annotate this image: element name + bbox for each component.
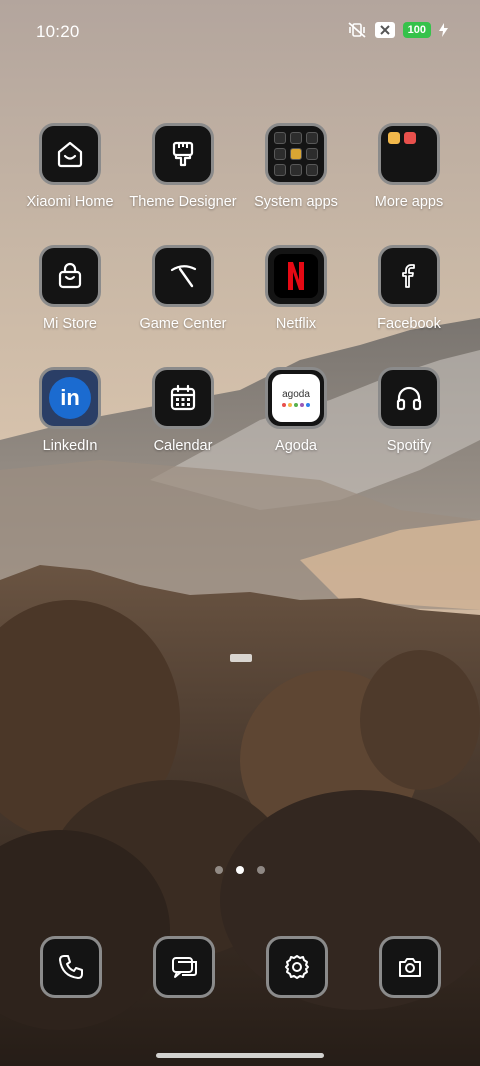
xiaomi-home-icon [39,123,101,185]
phone-icon [59,955,83,979]
app-label: Game Center [139,316,227,332]
vibrate-off-icon [348,22,366,38]
netflix-icon [265,245,327,307]
folder-preview [274,132,318,176]
linkedin-icon: in [39,367,101,429]
app-label: Xiaomi Home [26,194,114,210]
page-dot[interactable] [215,866,223,874]
headphones-icon [378,367,440,429]
dock-phone[interactable] [40,936,102,998]
app-label: Calendar [153,438,213,454]
page-dot[interactable] [257,866,265,874]
agoda-dots [282,402,310,407]
agoda-wordmark: agoda [282,388,310,400]
status-icons: 100 [347,21,448,39]
app-label: System apps [254,194,338,210]
pickaxe-icon [152,245,214,307]
app-label: Agoda [275,438,317,454]
clock: 10:20 [36,22,80,41]
folder-icon [378,123,440,185]
app-label: Netflix [275,316,317,332]
messages-icon [172,957,197,978]
camera-icon [399,958,421,977]
app-linkedin[interactable]: in LinkedIn [14,367,126,454]
app-label: Spotify [386,438,432,454]
app-label: Facebook [377,316,441,332]
status-bar: 10:20 100 [0,0,480,62]
dock-messages[interactable] [153,936,215,998]
app-label: More apps [374,194,444,210]
page-indicator [0,866,480,874]
app-label: Theme Designer [129,194,237,210]
app-agoda[interactable]: agoda Agoda [240,367,352,454]
facebook-icon [378,245,440,307]
linkedin-logo: in [49,377,91,419]
folder-icon [265,123,327,185]
dock-camera[interactable] [379,936,441,998]
page-dot-active[interactable] [236,866,244,874]
gear-icon [285,955,309,979]
agoda-logo: agoda [272,374,320,422]
app-mi-store[interactable]: Mi Store [14,245,126,332]
app-game-center[interactable]: Game Center [127,245,239,332]
app-theme-designer[interactable]: Theme Designer [127,123,239,210]
home-indicator[interactable] [156,1053,324,1058]
dock-settings[interactable] [266,936,328,998]
netflix-logo [274,254,318,298]
app-calendar[interactable]: Calendar [127,367,239,454]
app-spotify[interactable]: Spotify [353,367,465,454]
battery-level: 100 [402,22,431,38]
app-label: Mi Store [43,316,97,332]
app-netflix[interactable]: Netflix [240,245,352,332]
charging-icon [439,23,448,37]
theme-brush-icon [152,123,214,185]
notification-x-icon [374,22,395,38]
agoda-icon: agoda [265,367,327,429]
folder-more-apps[interactable]: More apps [353,123,465,210]
app-xiaomi-home[interactable]: Xiaomi Home [14,123,126,210]
app-facebook[interactable]: Facebook [353,245,465,332]
shopping-bag-icon [39,245,101,307]
folder-system-apps[interactable]: System apps [240,123,352,210]
calendar-icon [152,367,214,429]
app-label: LinkedIn [42,438,98,454]
